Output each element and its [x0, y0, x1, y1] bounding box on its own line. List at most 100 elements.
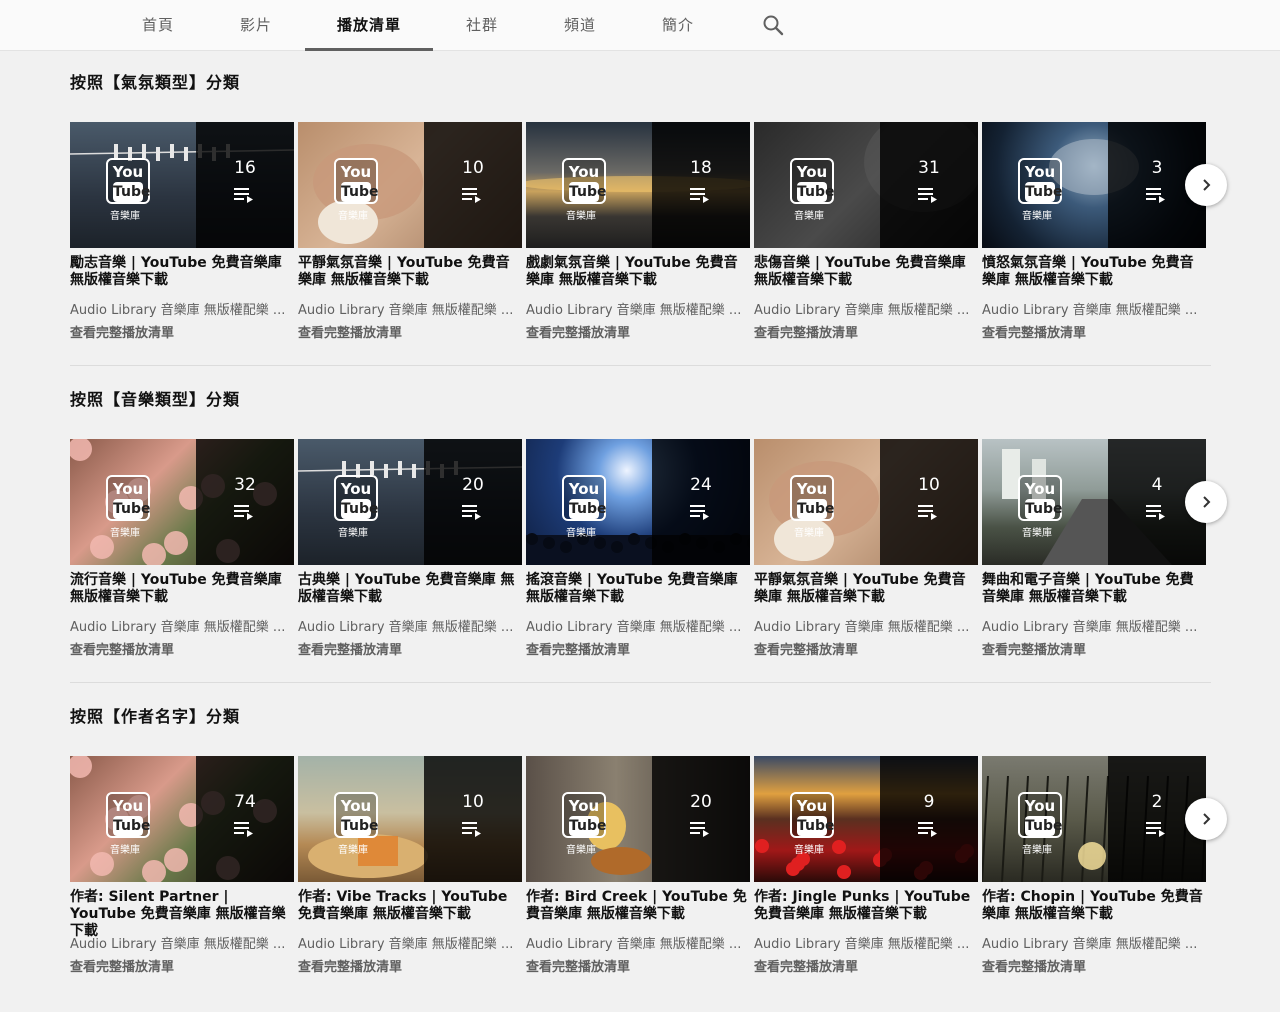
video-count-overlay: 9: [880, 756, 978, 882]
playlist-card[interactable]: You Tube 音樂庫 74 作者: Silent Partner | YouTube…: [70, 756, 294, 978]
playlist-thumbnail[interactable]: You Tube 音樂庫 10: [754, 439, 978, 565]
youtube-audio-library-logo: You Tube: [334, 475, 379, 521]
playlist-card[interactable]: You Tube 音樂庫 9 作者: Jingle Punks | YouTube 免費…: [754, 756, 978, 978]
playlist-card[interactable]: You Tube 音樂庫 20 作者: Bird Creek | YouTube 免費音…: [526, 756, 750, 978]
playlist-card[interactable]: You Tube 音樂庫 20 古典樂 | YouTube 免費音樂庫 無版權音樂下載 A…: [298, 439, 522, 661]
playlist-channel[interactable]: Audio Library 音樂庫 無版權配樂 ...: [754, 933, 978, 952]
view-full-playlist-link[interactable]: 查看完整播放清單: [754, 639, 858, 658]
video-count: 18: [690, 158, 712, 178]
playlist-title[interactable]: 勵志音樂 | YouTube 免費音樂庫 無版權音樂下載: [70, 255, 294, 289]
view-full-playlist-link[interactable]: 查看完整播放清單: [754, 956, 858, 975]
tab-home[interactable]: 首頁: [126, 0, 190, 51]
playlist-channel[interactable]: Audio Library 音樂庫 無版權配樂 ...: [754, 299, 978, 318]
video-count: 10: [462, 158, 484, 178]
playlist-channel[interactable]: Audio Library 音樂庫 無版權配樂 ...: [526, 933, 750, 952]
playlist-card[interactable]: You Tube 音樂庫 24 搖滾音樂 | YouTube 免費音樂庫 無版權音樂下載…: [526, 439, 750, 661]
playlist-channel[interactable]: Audio Library 音樂庫 無版權配樂 ...: [526, 616, 750, 635]
view-full-playlist-link[interactable]: 查看完整播放清單: [982, 956, 1086, 975]
playlist-card[interactable]: You Tube 音樂庫 10 平靜氣氛音樂 | YouTube 免費音樂庫 無版權音樂…: [754, 439, 978, 661]
playlist-title[interactable]: 作者: Jingle Punks | YouTube 免費音樂庫 無版權音樂下載: [754, 889, 978, 923]
playlist-card[interactable]: You Tube 音樂庫 10 平靜氣氛音樂 | YouTube 免費音樂庫 無版權音樂…: [298, 122, 522, 344]
shelf-next-button[interactable]: [1185, 798, 1227, 840]
view-full-playlist-link[interactable]: 查看完整播放清單: [70, 322, 174, 341]
playlist-title[interactable]: 搖滾音樂 | YouTube 免費音樂庫 無版權音樂下載: [526, 572, 750, 606]
playlist-thumbnail[interactable]: You Tube 音樂庫 2: [982, 756, 1206, 882]
tab-about[interactable]: 簡介: [646, 0, 710, 51]
playlist-thumbnail[interactable]: You Tube 音樂庫 9: [754, 756, 978, 882]
video-count: 10: [462, 792, 484, 812]
playlist-card[interactable]: You Tube 音樂庫 18 戲劇氣氛音樂 | YouTube 免費音樂庫 無版權音樂…: [526, 122, 750, 344]
view-full-playlist-link[interactable]: 查看完整播放清單: [298, 322, 402, 341]
video-count: 20: [690, 792, 712, 812]
view-full-playlist-link[interactable]: 查看完整播放清單: [70, 639, 174, 658]
playlist-shelf: 按照【音樂類型】分類 You Tube 音樂庫 32 流行音樂 | YouTube 免費音…: [70, 389, 1227, 683]
view-full-playlist-link[interactable]: 查看完整播放清單: [526, 956, 630, 975]
youtube-audio-library-logo: You Tube: [334, 158, 379, 204]
view-full-playlist-link[interactable]: 查看完整播放清單: [70, 956, 174, 975]
playlist-card[interactable]: You Tube 音樂庫 3 憤怒氣氛音樂 | YouTube 免費音樂庫 無版權音樂下…: [982, 122, 1206, 344]
shelf-next-button[interactable]: [1185, 481, 1227, 523]
playlist-thumbnail[interactable]: You Tube 音樂庫 3: [982, 122, 1206, 248]
playlist-title[interactable]: 悲傷音樂 | YouTube 免費音樂庫 無版權音樂下載: [754, 255, 978, 289]
playlist-channel[interactable]: Audio Library 音樂庫 無版權配樂 ...: [298, 616, 522, 635]
playlist-channel[interactable]: Audio Library 音樂庫 無版權配樂 ...: [982, 616, 1206, 635]
playlist-channel[interactable]: Audio Library 音樂庫 無版權配樂 ...: [298, 933, 522, 952]
view-full-playlist-link[interactable]: 查看完整播放清單: [982, 639, 1086, 658]
view-full-playlist-link[interactable]: 查看完整播放清單: [526, 639, 630, 658]
tab-community[interactable]: 社群: [450, 0, 514, 51]
playlist-thumbnail[interactable]: You Tube 音樂庫 20: [526, 756, 750, 882]
shelf-title[interactable]: 按照【作者名字】分類: [70, 706, 240, 728]
view-full-playlist-link[interactable]: 查看完整播放清單: [526, 322, 630, 341]
logo-caption: 音樂庫: [338, 845, 368, 856]
shelf-next-button[interactable]: [1185, 164, 1227, 206]
playlist-channel[interactable]: Audio Library 音樂庫 無版權配樂 ...: [298, 299, 522, 318]
logo-caption: 音樂庫: [566, 211, 596, 222]
playlist-thumbnail[interactable]: You Tube 音樂庫 4: [982, 439, 1206, 565]
playlist-thumbnail[interactable]: You Tube 音樂庫 20: [298, 439, 522, 565]
tab-channels[interactable]: 頻道: [548, 0, 612, 51]
playlist-title[interactable]: 作者: Chopin | YouTube 免費音樂庫 無版權音樂下載: [982, 889, 1206, 923]
view-full-playlist-link[interactable]: 查看完整播放清單: [754, 322, 858, 341]
playlist-card[interactable]: You Tube 音樂庫 31 悲傷音樂 | YouTube 免費音樂庫 無版權音樂下載…: [754, 122, 978, 344]
playlist-thumbnail[interactable]: You Tube 音樂庫 74: [70, 756, 294, 882]
playlist-title[interactable]: 憤怒氣氛音樂 | YouTube 免費音樂庫 無版權音樂下載: [982, 255, 1206, 289]
tab-playlists[interactable]: 播放清單: [305, 0, 433, 51]
playlist-card[interactable]: You Tube 音樂庫 32 流行音樂 | YouTube 免費音樂庫 無版權音樂下載…: [70, 439, 294, 661]
playlist-thumbnail[interactable]: You Tube 音樂庫 24: [526, 439, 750, 565]
view-full-playlist-link[interactable]: 查看完整播放清單: [982, 322, 1086, 341]
playlist-channel[interactable]: Audio Library 音樂庫 無版權配樂 ...: [754, 616, 978, 635]
playlist-title[interactable]: 古典樂 | YouTube 免費音樂庫 無版權音樂下載: [298, 572, 522, 606]
playlist-title[interactable]: 平靜氣氛音樂 | YouTube 免費音樂庫 無版權音樂下載: [754, 572, 978, 606]
view-full-playlist-link[interactable]: 查看完整播放清單: [298, 639, 402, 658]
playlist-thumbnail[interactable]: You Tube 音樂庫 32: [70, 439, 294, 565]
tab-videos[interactable]: 影片: [224, 0, 288, 51]
playlist-thumbnail[interactable]: You Tube 音樂庫 10: [298, 122, 522, 248]
playlist-title[interactable]: 舞曲和電子音樂 | YouTube 免費音樂庫 無版權音樂下載: [982, 572, 1206, 606]
playlist-thumbnail[interactable]: You Tube 音樂庫 31: [754, 122, 978, 248]
playlist-channel[interactable]: Audio Library 音樂庫 無版權配樂 ...: [526, 299, 750, 318]
video-count: 24: [690, 475, 712, 495]
shelf-title[interactable]: 按照【氣氛類型】分類: [70, 72, 240, 94]
search-icon[interactable]: [762, 14, 784, 36]
playlist-title[interactable]: 流行音樂 | YouTube 免費音樂庫 無版權音樂下載: [70, 572, 294, 606]
playlist-channel[interactable]: Audio Library 音樂庫 無版權配樂 ...: [982, 933, 1206, 952]
view-full-playlist-link[interactable]: 查看完整播放清單: [298, 956, 402, 975]
playlist-channel[interactable]: Audio Library 音樂庫 無版權配樂 ...: [982, 299, 1206, 318]
playlist-card[interactable]: You Tube 音樂庫 2 作者: Chopin | YouTube 免費音樂庫 無版…: [982, 756, 1206, 978]
playlist-channel[interactable]: Audio Library 音樂庫 無版權配樂 ...: [70, 933, 294, 952]
playlist-title[interactable]: 作者: Bird Creek | YouTube 免費音樂庫 無版權音樂下載: [526, 889, 750, 923]
playlist-thumbnail[interactable]: You Tube 音樂庫 16: [70, 122, 294, 248]
playlist-thumbnail[interactable]: You Tube 音樂庫 18: [526, 122, 750, 248]
playlist-card[interactable]: You Tube 音樂庫 16 勵志音樂 | YouTube 免費音樂庫 無版權音樂下載…: [70, 122, 294, 344]
playlist-card[interactable]: You Tube 音樂庫 10 作者: Vibe Tracks | YouTube 免費…: [298, 756, 522, 978]
logo-caption: 音樂庫: [338, 528, 368, 539]
playlist-title[interactable]: 戲劇氣氛音樂 | YouTube 免費音樂庫 無版權音樂下載: [526, 255, 750, 289]
shelf-title[interactable]: 按照【音樂類型】分類: [70, 389, 240, 411]
playlist-channel[interactable]: Audio Library 音樂庫 無版權配樂 ...: [70, 299, 294, 318]
youtube-audio-library-logo: You Tube: [1018, 792, 1063, 838]
playlist-title[interactable]: 作者: Vibe Tracks | YouTube 免費音樂庫 無版權音樂下載: [298, 889, 522, 923]
playlist-card[interactable]: You Tube 音樂庫 4 舞曲和電子音樂 | YouTube 免費音樂庫 無版權音樂…: [982, 439, 1206, 661]
playlist-title[interactable]: 平靜氣氛音樂 | YouTube 免費音樂庫 無版權音樂下載: [298, 255, 522, 289]
playlist-channel[interactable]: Audio Library 音樂庫 無版權配樂 ...: [70, 616, 294, 635]
playlist-thumbnail[interactable]: You Tube 音樂庫 10: [298, 756, 522, 882]
